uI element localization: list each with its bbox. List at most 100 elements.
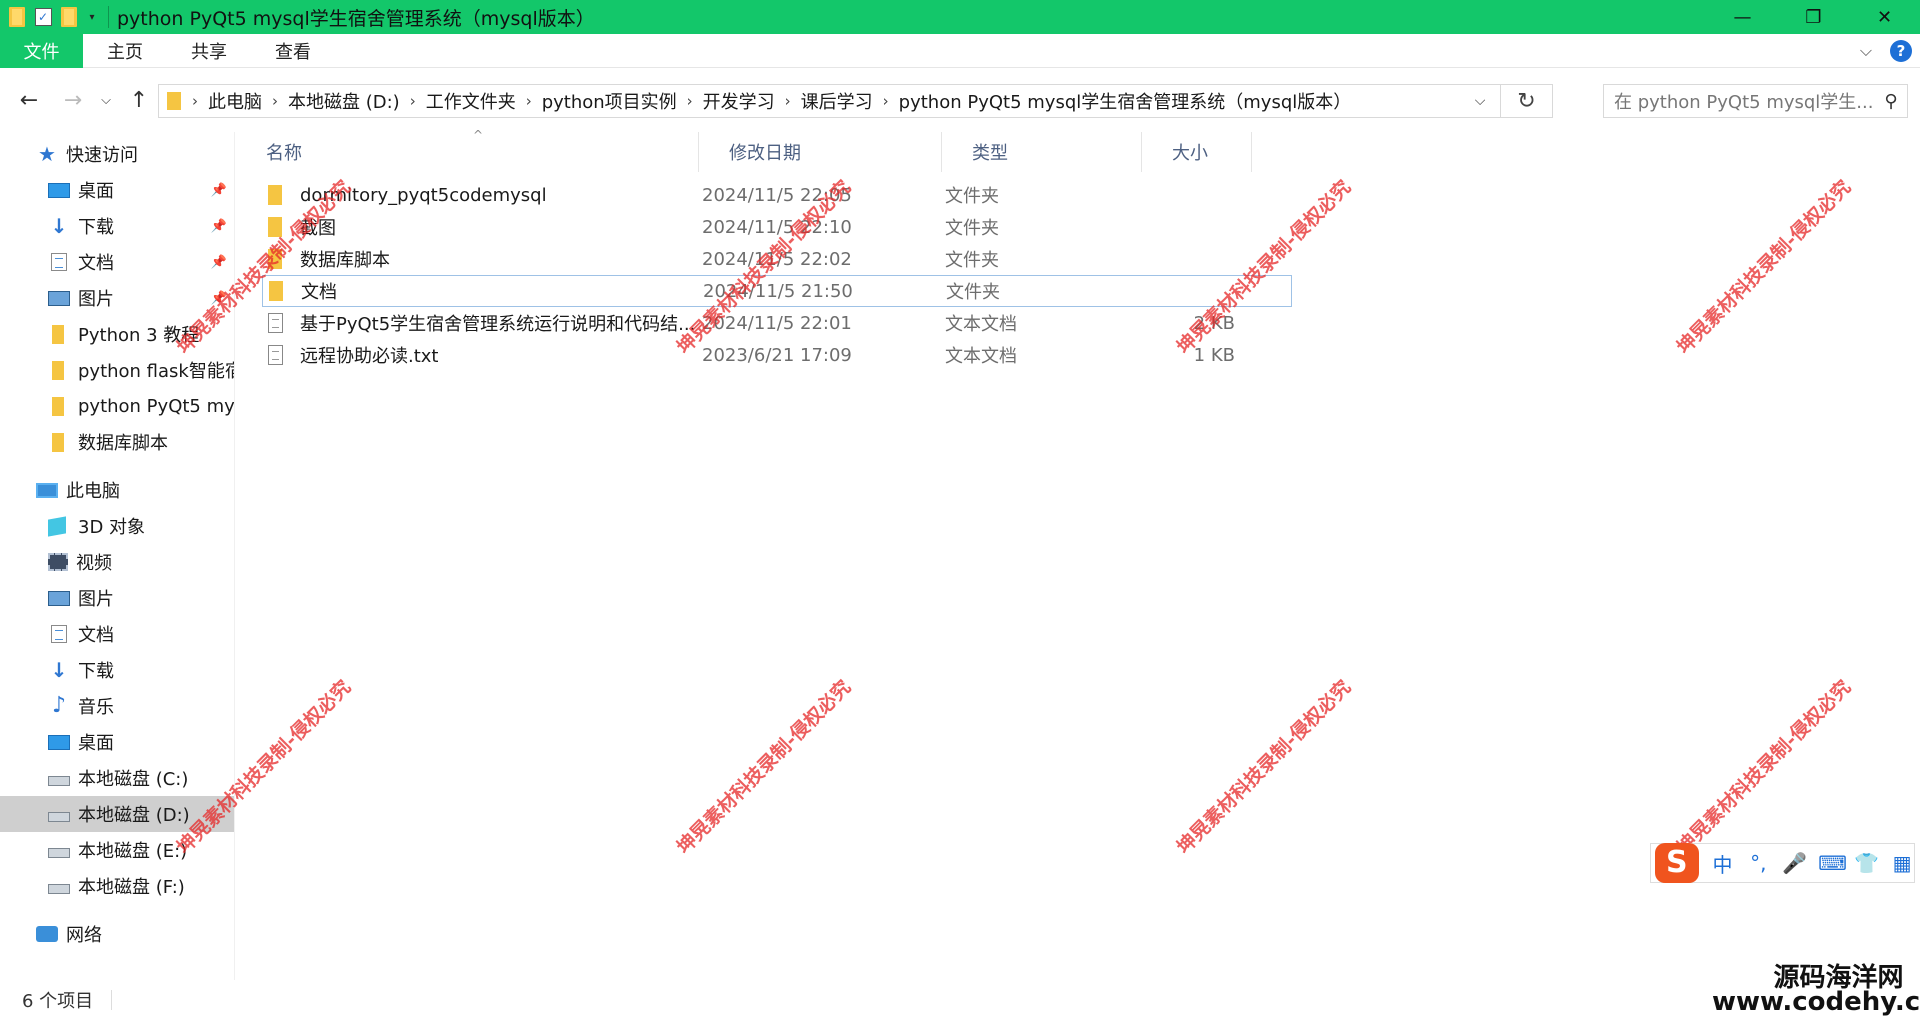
title-divider xyxy=(108,6,109,28)
sidebar-item-downloads[interactable]: ↓ 下载 📌 xyxy=(0,208,234,244)
sidebar-item-drive-c[interactable]: 本地磁盘 (C:) xyxy=(0,760,234,796)
status-divider xyxy=(111,990,113,1010)
sogou-logo-icon[interactable]: S xyxy=(1655,843,1699,883)
breadcrumb-separator-icon[interactable]: › xyxy=(407,92,419,110)
drive-icon xyxy=(48,848,70,858)
sidebar-item-drive-e[interactable]: 本地磁盘 (E:) xyxy=(0,832,234,868)
tab-view[interactable]: 查看 xyxy=(251,34,335,68)
folder-icon xyxy=(52,432,64,452)
sidebar-item-pc-pictures[interactable]: 图片 xyxy=(0,580,234,616)
sidebar-item-label: 本地磁盘 (E:) xyxy=(78,841,188,862)
sidebar-item-label: 数据库脚本 xyxy=(78,433,168,454)
breadcrumb-drive-d[interactable]: 本地磁盘 (D:) xyxy=(281,88,407,114)
column-header-label: 大小 xyxy=(1172,143,1208,164)
sidebar-item-music[interactable]: ♪ 音乐 xyxy=(0,688,234,724)
chinese-mode-button[interactable]: 中 xyxy=(1711,849,1735,878)
file-row[interactable]: 文档 2024/11/5 21:50 文件夹 xyxy=(262,275,1292,307)
column-header-name[interactable]: 名称 ^ xyxy=(236,128,699,172)
recent-locations-chevron-icon[interactable]: ⌵ xyxy=(96,86,116,114)
sidebar-item-drive-f[interactable]: 本地磁盘 (F:) xyxy=(0,868,234,904)
file-row[interactable]: 远程协助必读.txt 2023/6/21 17:09 文本文档 1 KB xyxy=(262,339,1292,371)
sidebar-item-documents[interactable]: 文档 📌 xyxy=(0,244,234,280)
folder-icon xyxy=(268,185,282,205)
tab-share[interactable]: 共享 xyxy=(167,34,251,68)
navigation-bar: ← → ⌵ ↑ › 此电脑 › 本地磁盘 (D:) › 工作文件夹 › pyth… xyxy=(0,68,1920,132)
refresh-icon[interactable]: ↻ xyxy=(1500,85,1552,117)
close-button[interactable]: ✕ xyxy=(1849,0,1920,34)
pin-icon[interactable]: 📌 xyxy=(211,183,227,198)
file-name: dormitory_pyqt5codemysql xyxy=(300,184,547,206)
search-icon[interactable]: ⚲ xyxy=(1875,91,1907,112)
properties-check-icon[interactable]: ✓ xyxy=(30,0,56,34)
file-row[interactable]: 基于PyQt5学生宿舍管理系统运行说明和代码结... 2024/11/5 22:… xyxy=(262,307,1292,339)
file-row[interactable]: 数据库脚本 2024/11/5 22:02 文件夹 xyxy=(262,243,1292,275)
sidebar-item-videos[interactable]: 视频 xyxy=(0,544,234,580)
site-logo-line2: www.codehy.com xyxy=(1712,987,1920,1017)
sidebar-item-flask-project[interactable]: python flask智能宿 xyxy=(0,352,234,388)
minimize-button[interactable]: — xyxy=(1707,0,1778,34)
search-input[interactable]: 在 python PyQt5 mysql学生... ⚲ xyxy=(1603,84,1908,118)
column-header-date[interactable]: 修改日期 xyxy=(699,132,942,172)
breadcrumb: › 此电脑 › 本地磁盘 (D:) › 工作文件夹 › python项目实例 ›… xyxy=(189,88,1460,114)
file-type: 文本文档 xyxy=(945,314,1017,335)
breadcrumb-separator-icon[interactable]: › xyxy=(189,92,201,110)
sidebar-item-quick-access[interactable]: ★ 快速访问 xyxy=(0,136,234,172)
punctuation-mode-icon[interactable]: °, xyxy=(1746,851,1770,875)
drive-icon xyxy=(48,776,70,786)
breadcrumb-separator-icon[interactable]: › xyxy=(880,92,892,110)
up-arrow-icon[interactable]: ↑ xyxy=(124,86,154,114)
sidebar-item-pc-desktop[interactable]: 桌面 xyxy=(0,724,234,760)
sidebar-item-this-pc[interactable]: 此电脑 xyxy=(0,472,234,508)
skin-shirt-icon[interactable]: 👕 xyxy=(1854,851,1879,875)
restore-button[interactable]: ❐ xyxy=(1778,0,1849,34)
status-bar: 6 个项目 xyxy=(0,980,1920,1020)
folder-icon xyxy=(4,0,30,34)
breadcrumb-after-class[interactable]: 课后学习 xyxy=(794,88,880,114)
file-type: 文本文档 xyxy=(945,346,1017,367)
breadcrumb-work-folder[interactable]: 工作文件夹 xyxy=(419,88,523,114)
tab-home[interactable]: 主页 xyxy=(83,34,167,68)
document-icon xyxy=(51,253,67,271)
breadcrumb-this-pc[interactable]: 此电脑 xyxy=(201,88,269,114)
tab-file[interactable]: 文件 xyxy=(0,33,83,68)
column-header-type[interactable]: 类型 xyxy=(942,132,1142,172)
new-folder-icon[interactable] xyxy=(56,0,82,34)
sidebar-item-pc-documents[interactable]: 文档 xyxy=(0,616,234,652)
pin-icon[interactable]: 📌 xyxy=(211,291,227,306)
sidebar-item-pyqt5-project[interactable]: python PyQt5 mys xyxy=(0,388,234,424)
address-bar[interactable]: › 此电脑 › 本地磁盘 (D:) › 工作文件夹 › python项目实例 ›… xyxy=(158,84,1553,118)
sidebar-item-drive-d[interactable]: 本地磁盘 (D:) xyxy=(0,796,234,832)
sidebar-item-network[interactable]: 网络 xyxy=(0,916,234,952)
toolbox-grid-icon[interactable]: ▦ xyxy=(1890,851,1914,875)
sidebar-item-pictures[interactable]: 图片 📌 xyxy=(0,280,234,316)
back-arrow-icon[interactable]: ← xyxy=(14,86,44,114)
address-history-chevron-icon[interactable]: ⌵ xyxy=(1460,85,1500,117)
sidebar-item-3d-objects[interactable]: 3D 对象 xyxy=(0,508,234,544)
breadcrumb-separator-icon[interactable]: › xyxy=(523,92,535,110)
keyboard-icon[interactable]: ⌨ xyxy=(1818,851,1847,875)
breadcrumb-separator-icon[interactable]: › xyxy=(782,92,794,110)
help-icon[interactable]: ? xyxy=(1890,40,1912,62)
sidebar-item-label: 快速访问 xyxy=(66,145,138,166)
column-header-size[interactable]: 大小 xyxy=(1142,132,1252,172)
breadcrumb-dev-study[interactable]: 开发学习 xyxy=(696,88,782,114)
sidebar-item-pc-downloads[interactable]: ↓ 下载 xyxy=(0,652,234,688)
file-row[interactable]: 截图 2024/11/5 22:10 文件夹 xyxy=(262,211,1292,243)
sidebar-item-db-scripts[interactable]: 数据库脚本 xyxy=(0,424,234,460)
film-icon xyxy=(48,553,68,571)
breadcrumb-separator-icon[interactable]: › xyxy=(269,92,281,110)
microphone-icon[interactable]: 🎤 xyxy=(1782,851,1807,875)
pin-icon[interactable]: 📌 xyxy=(211,219,227,234)
drive-icon xyxy=(48,812,70,822)
forward-arrow-icon[interactable]: → xyxy=(58,86,88,114)
expand-ribbon-chevron-icon[interactable]: ⌵ xyxy=(1860,41,1872,61)
customize-toolbar-chevron-icon[interactable]: ▾ xyxy=(82,12,102,23)
pin-icon[interactable]: 📌 xyxy=(211,255,227,270)
sidebar-item-python3-tutorial[interactable]: Python 3 教程 xyxy=(0,316,234,352)
breadcrumb-python-projects[interactable]: python项目实例 xyxy=(535,88,684,114)
file-row[interactable]: dormitory_pyqt5codemysql 2024/11/5 22:05… xyxy=(262,179,1292,211)
sidebar-item-desktop[interactable]: 桌面 📌 xyxy=(0,172,234,208)
column-header-label: 类型 xyxy=(972,143,1008,164)
breadcrumb-current-folder[interactable]: python PyQt5 mysql学生宿舍管理系统（mysql版本） xyxy=(892,88,1359,114)
breadcrumb-separator-icon[interactable]: › xyxy=(684,92,696,110)
